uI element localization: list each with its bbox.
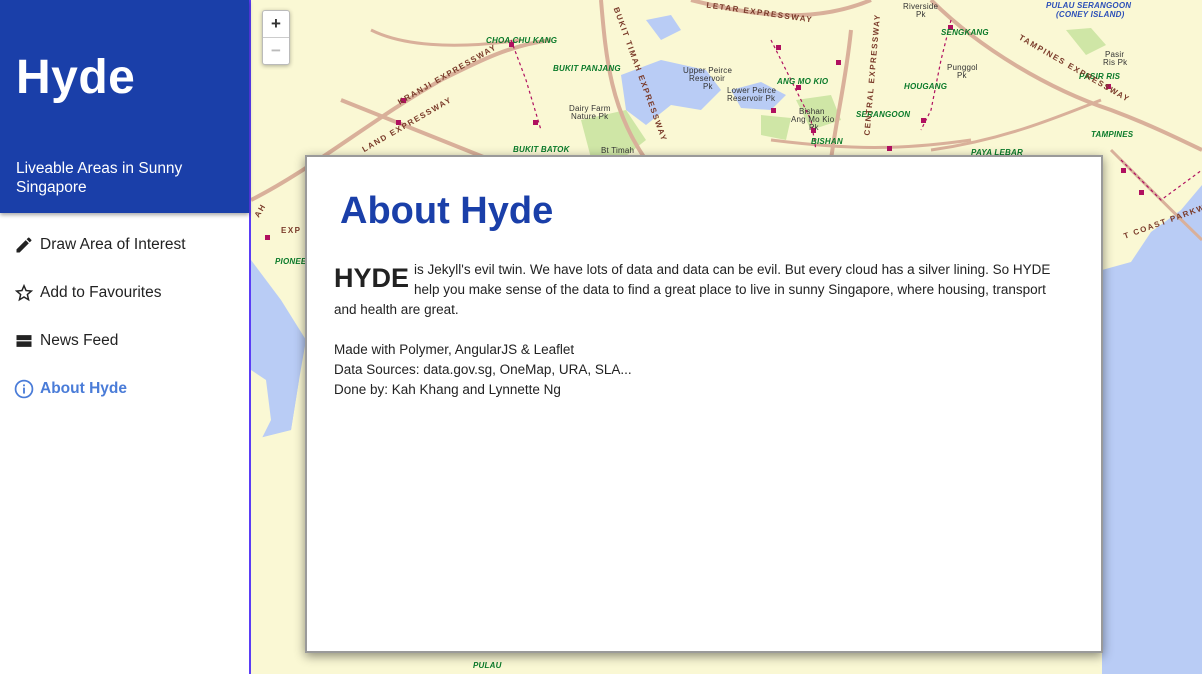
- map-label: ANG MO KIO: [777, 77, 829, 86]
- map-label: Pk: [916, 10, 926, 19]
- data-sources-text: Data Sources: data.gov.sg, OneMap, URA, …: [334, 362, 632, 377]
- menu-item-label: News Feed: [40, 332, 119, 349]
- credits: Made with Polymer, AngularJS & Leaflet D…: [334, 340, 1064, 400]
- nav-menu: Draw Area of Interest Add to Favourites …: [0, 213, 249, 413]
- map-label: EXP: [281, 226, 302, 235]
- map-label: PIONEE: [275, 257, 307, 266]
- view-stream-icon: [13, 330, 35, 352]
- done-by-text: Done by: Kah Khang and Lynnette Ng: [334, 382, 561, 397]
- map-label: PULAU SERANGOON: [1046, 1, 1132, 10]
- sidebar: Hyde Liveable Areas in Sunny Singapore D…: [0, 0, 251, 674]
- info-outline-icon: [13, 378, 35, 400]
- map-label: Pk: [703, 82, 713, 91]
- zoom-in-button[interactable]: +: [263, 11, 289, 37]
- menu-item-draw-area[interactable]: Draw Area of Interest: [0, 221, 249, 269]
- map-label: PULAU: [473, 661, 502, 670]
- map-label: Ris Pk: [1103, 58, 1128, 67]
- menu-item-news-feed[interactable]: News Feed: [0, 317, 249, 365]
- map-label: Pk: [809, 123, 819, 132]
- intro-paragraph: HYDE is Jekyll's evil twin. We have lots…: [334, 260, 1064, 320]
- app-subtitle: Liveable Areas in Sunny Singapore: [16, 160, 183, 196]
- map-label: (CONEY ISLAND): [1056, 10, 1125, 19]
- map-label: SENGKANG: [941, 28, 989, 37]
- dropcap-hyde: HYDE: [334, 263, 410, 293]
- pencil-icon: [13, 234, 35, 256]
- map-label: Pk: [957, 71, 967, 80]
- star-outline-icon: [13, 282, 35, 304]
- menu-item-label: About Hyde: [40, 380, 127, 397]
- map-label: BISHAN: [811, 137, 843, 146]
- app-title: Hyde: [16, 51, 136, 104]
- zoom-control: + −: [262, 10, 290, 65]
- intro-text: is Jekyll's evil twin. We have lots of d…: [334, 262, 1051, 317]
- map-label: BUKIT BATOK: [513, 145, 570, 154]
- dialog-body: HYDE is Jekyll's evil twin. We have lots…: [334, 260, 1064, 400]
- about-dialog: About Hyde HYDE is Jekyll's evil twin. W…: [305, 155, 1103, 653]
- map-label: Nature Pk: [571, 112, 609, 121]
- dialog-title: About Hyde: [340, 190, 554, 232]
- map-label: TAMPINES: [1091, 130, 1134, 139]
- map-label: Reservoir Pk: [727, 94, 776, 103]
- menu-item-label: Add to Favourites: [40, 284, 162, 301]
- map-label: Bt Timah: [601, 146, 635, 155]
- menu-item-about-hyde[interactable]: About Hyde: [0, 365, 249, 413]
- menu-item-add-favourites[interactable]: Add to Favourites: [0, 269, 249, 317]
- zoom-out-button[interactable]: −: [263, 37, 289, 64]
- map-label: CHOA CHU KANG: [486, 36, 558, 45]
- made-with-text: Made with Polymer, AngularJS & Leaflet: [334, 342, 575, 357]
- menu-item-label: Draw Area of Interest: [40, 236, 186, 253]
- app-header: Hyde Liveable Areas in Sunny Singapore: [0, 0, 249, 213]
- map-label: BUKIT PANJANG: [553, 64, 621, 73]
- map-label: HOUGANG: [904, 82, 948, 91]
